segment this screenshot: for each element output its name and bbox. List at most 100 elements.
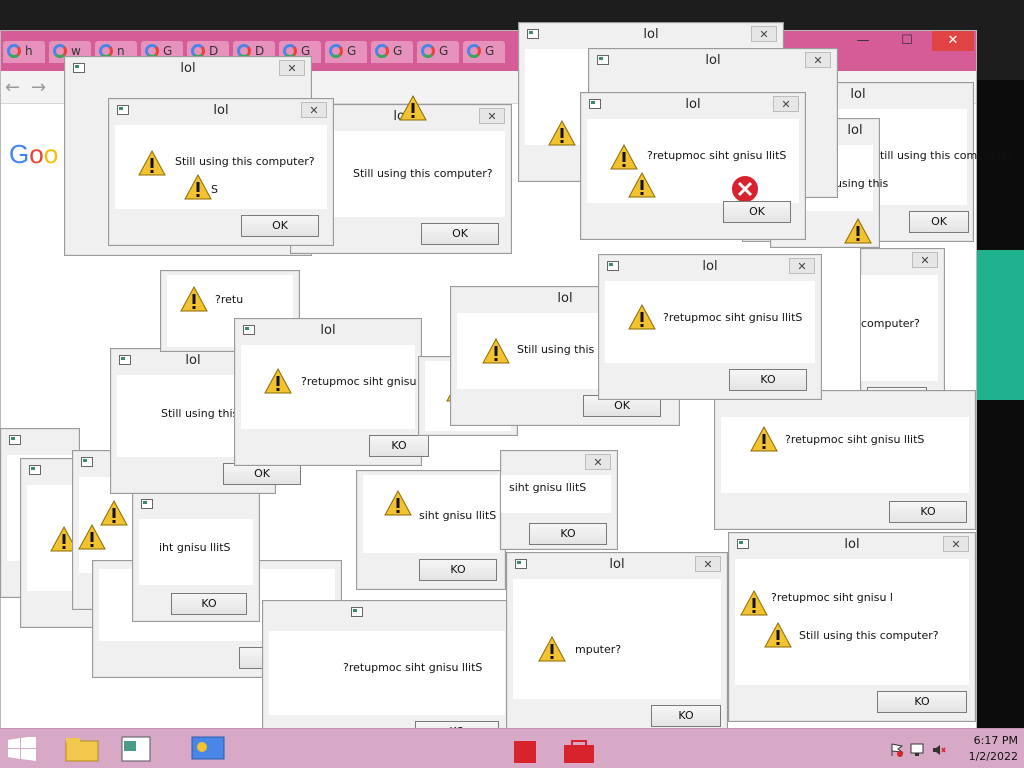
google-icon — [375, 44, 389, 58]
google-logo: Goo — [9, 139, 59, 169]
close-icon[interactable]: ✕ — [695, 556, 721, 572]
dialog-title: lol — [702, 259, 718, 274]
dialog-title: lol — [685, 97, 701, 112]
message-dialog: lol ✕ Still using this computer? S OK — [108, 98, 334, 246]
file-explorer-icon[interactable] — [60, 733, 104, 765]
chrome-tab[interactable]: G — [463, 41, 505, 63]
volume-muted-icon[interactable] — [932, 743, 946, 757]
forward-arrow-icon[interactable]: → — [31, 77, 46, 98]
close-icon[interactable]: ✕ — [585, 454, 611, 470]
dialog-message: ?retu — [215, 293, 244, 306]
close-icon[interactable]: ✕ — [805, 52, 831, 68]
ok-button[interactable]: OK — [909, 211, 969, 233]
dialog-title: lol — [609, 557, 625, 572]
taskbar: 6:17 PM 1/2/2022 — [0, 728, 1024, 768]
ko-button[interactable]: KO — [889, 501, 967, 523]
dialog-message: ?retupmoc siht gnisu llitS — [785, 433, 925, 446]
dialog-body: ?retupmoc siht gnisu l Still using this … — [735, 559, 969, 685]
clock-date[interactable]: 1/2/2022 — [969, 750, 1018, 763]
toolbox-icon[interactable] — [558, 735, 602, 767]
app-icon — [9, 435, 21, 445]
dialog-title: lol — [844, 537, 860, 552]
ko-button[interactable]: KO — [171, 593, 247, 615]
close-icon[interactable]: ✕ — [912, 252, 938, 268]
warning-icon — [628, 171, 656, 198]
chrome-tab[interactable]: G — [371, 41, 413, 63]
warning-icon — [610, 143, 638, 170]
dialog-title: lol — [705, 53, 721, 68]
warning-icon — [844, 217, 872, 244]
dialog-body: computer? — [861, 275, 938, 381]
chrome-tab[interactable]: G — [417, 41, 459, 63]
ko-button[interactable]: KO — [877, 691, 967, 713]
dialog-body: ?retupmoc siht gnisu llitS — [587, 119, 799, 204]
dialog-title: lol — [213, 103, 229, 118]
clock-time[interactable]: 6:17 PM — [974, 734, 1018, 747]
chrome-tab[interactable]: h — [3, 41, 45, 63]
warning-icon — [399, 94, 427, 121]
action-center-flag-icon[interactable] — [890, 743, 904, 757]
dialog-title: lol — [180, 61, 196, 76]
app-icon — [81, 457, 93, 467]
app-icon — [141, 499, 153, 509]
dialog-message: Still using this computer? — [175, 155, 315, 168]
close-icon[interactable]: ✕ — [751, 26, 777, 42]
close-icon[interactable]: ✕ — [773, 96, 799, 112]
dialog-message-fragment: S — [211, 183, 218, 196]
dialog-message: ?retupmoc siht gnisu llitS — [647, 149, 787, 162]
dialog-title: lol — [847, 123, 863, 138]
chrome-tab[interactable]: G — [325, 41, 367, 63]
dialog-body: siht gnisu llitS — [363, 475, 499, 553]
minimize-button[interactable]: — — [842, 31, 884, 51]
google-icon — [467, 44, 481, 58]
warning-icon — [384, 489, 412, 516]
maximize-button[interactable]: ☐ — [886, 31, 928, 51]
warning-icon — [764, 621, 792, 648]
windows-start-icon[interactable] — [8, 737, 36, 761]
network-icon[interactable] — [910, 743, 924, 757]
warning-icon — [78, 523, 106, 550]
close-icon[interactable]: ✕ — [301, 102, 327, 118]
dialog-message: iht gnisu llitS — [159, 541, 231, 554]
dialog-message: siht gnisu llitS — [419, 509, 497, 522]
ok-button[interactable]: OK — [241, 215, 319, 237]
ok-button[interactable]: OK — [723, 201, 791, 223]
message-dialog: iht gnisu llitS KO — [132, 492, 260, 622]
warning-icon — [628, 303, 656, 330]
ko-button[interactable]: KO — [729, 369, 807, 391]
dialog-message: siht gnisu llitS — [509, 481, 587, 494]
dialog-message: Still using this computer? — [873, 149, 1013, 162]
ko-button[interactable]: KO — [369, 435, 429, 457]
desktop-wallpaper-strip — [975, 250, 1024, 400]
window-app-icon[interactable] — [114, 733, 158, 765]
ko-button[interactable]: KO — [419, 559, 497, 581]
back-arrow-icon[interactable]: ← — [5, 77, 20, 98]
system-tray: 6:17 PM 1/2/2022 — [864, 729, 1024, 768]
dialog-message: mputer? — [575, 643, 622, 656]
dialog-message: Still using this computer? — [353, 167, 493, 180]
warning-icon — [180, 285, 208, 312]
ok-button[interactable]: OK — [421, 223, 499, 245]
dialog-body: Still using this computer? S — [115, 125, 327, 209]
error-taskbar-icon[interactable] — [508, 735, 552, 767]
warning-icon — [184, 173, 212, 200]
close-icon[interactable]: ✕ — [279, 60, 305, 76]
close-icon[interactable]: ✕ — [479, 108, 505, 124]
dialog-message: ?retupmoc siht gnisu llitS — [343, 661, 483, 674]
warning-icon — [538, 635, 566, 662]
close-button[interactable]: ✕ — [932, 31, 974, 51]
google-icon — [7, 44, 21, 58]
dialog-title: lol — [320, 323, 336, 338]
google-icon — [329, 44, 343, 58]
warning-icon — [482, 337, 510, 364]
close-icon[interactable]: ✕ — [943, 536, 969, 552]
ok-button[interactable]: OK — [223, 463, 301, 485]
ko-button[interactable]: KO — [529, 523, 607, 545]
dialog-body: ?retupmoc siht gnisu llitS — [721, 417, 969, 493]
close-icon[interactable]: ✕ — [789, 258, 815, 274]
ko-button[interactable]: KO — [651, 705, 721, 727]
dialog-message: ?retupmoc siht gnisu l — [771, 591, 893, 604]
warning-icon — [264, 367, 292, 394]
control-panel-icon[interactable] — [186, 733, 230, 765]
dialog-body: ?retupmoc siht gnisu llitS — [269, 631, 505, 715]
